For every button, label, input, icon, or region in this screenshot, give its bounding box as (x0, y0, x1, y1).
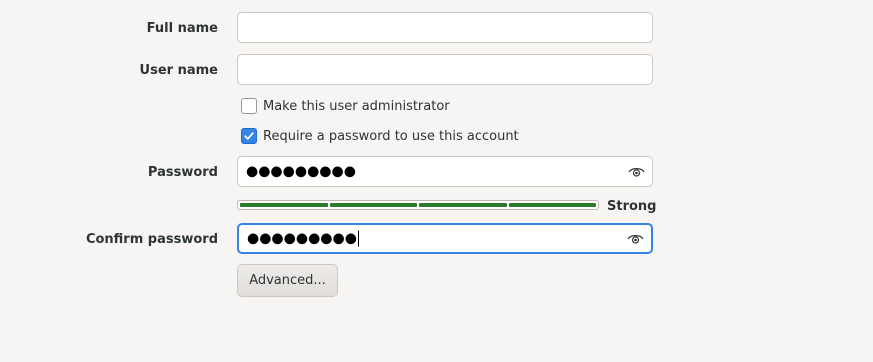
eye-icon[interactable] (628, 166, 645, 178)
user-name-input[interactable] (237, 54, 653, 85)
text-caret (357, 230, 359, 247)
password-input[interactable]: ●●●●●●●●● (237, 156, 653, 187)
full-name-label: Full name (146, 21, 218, 36)
administrator-option[interactable]: Make this user administrator (241, 98, 450, 114)
confirm-password-label: Confirm password (85, 232, 218, 247)
password-strength-text: Strong (607, 199, 657, 214)
administrator-label: Make this user administrator (263, 98, 450, 114)
require-password-option[interactable]: Require a password to use this account (241, 128, 519, 144)
confirm-password-value: ●●●●●●●●● (247, 230, 359, 247)
strength-segment (240, 203, 328, 207)
eye-icon[interactable] (627, 233, 644, 245)
checkmark-icon (244, 132, 254, 140)
confirm-password-input[interactable]: ●●●●●●●●● (237, 223, 653, 254)
confirm-password-masked: ●●●●●●●●● (247, 230, 357, 247)
require-password-checkbox[interactable] (241, 128, 257, 144)
strength-segment (419, 203, 507, 207)
password-value: ●●●●●●●●● (246, 163, 356, 180)
full-name-input[interactable] (237, 12, 653, 43)
strength-segment (508, 203, 596, 207)
password-label: Password (147, 165, 218, 180)
require-password-label: Require a password to use this account (263, 128, 519, 144)
strength-segment (329, 203, 417, 207)
administrator-checkbox[interactable] (241, 98, 257, 114)
password-strength-meter (237, 200, 599, 210)
user-name-label: User name (139, 63, 218, 78)
advanced-button[interactable]: Advanced... (237, 264, 338, 297)
